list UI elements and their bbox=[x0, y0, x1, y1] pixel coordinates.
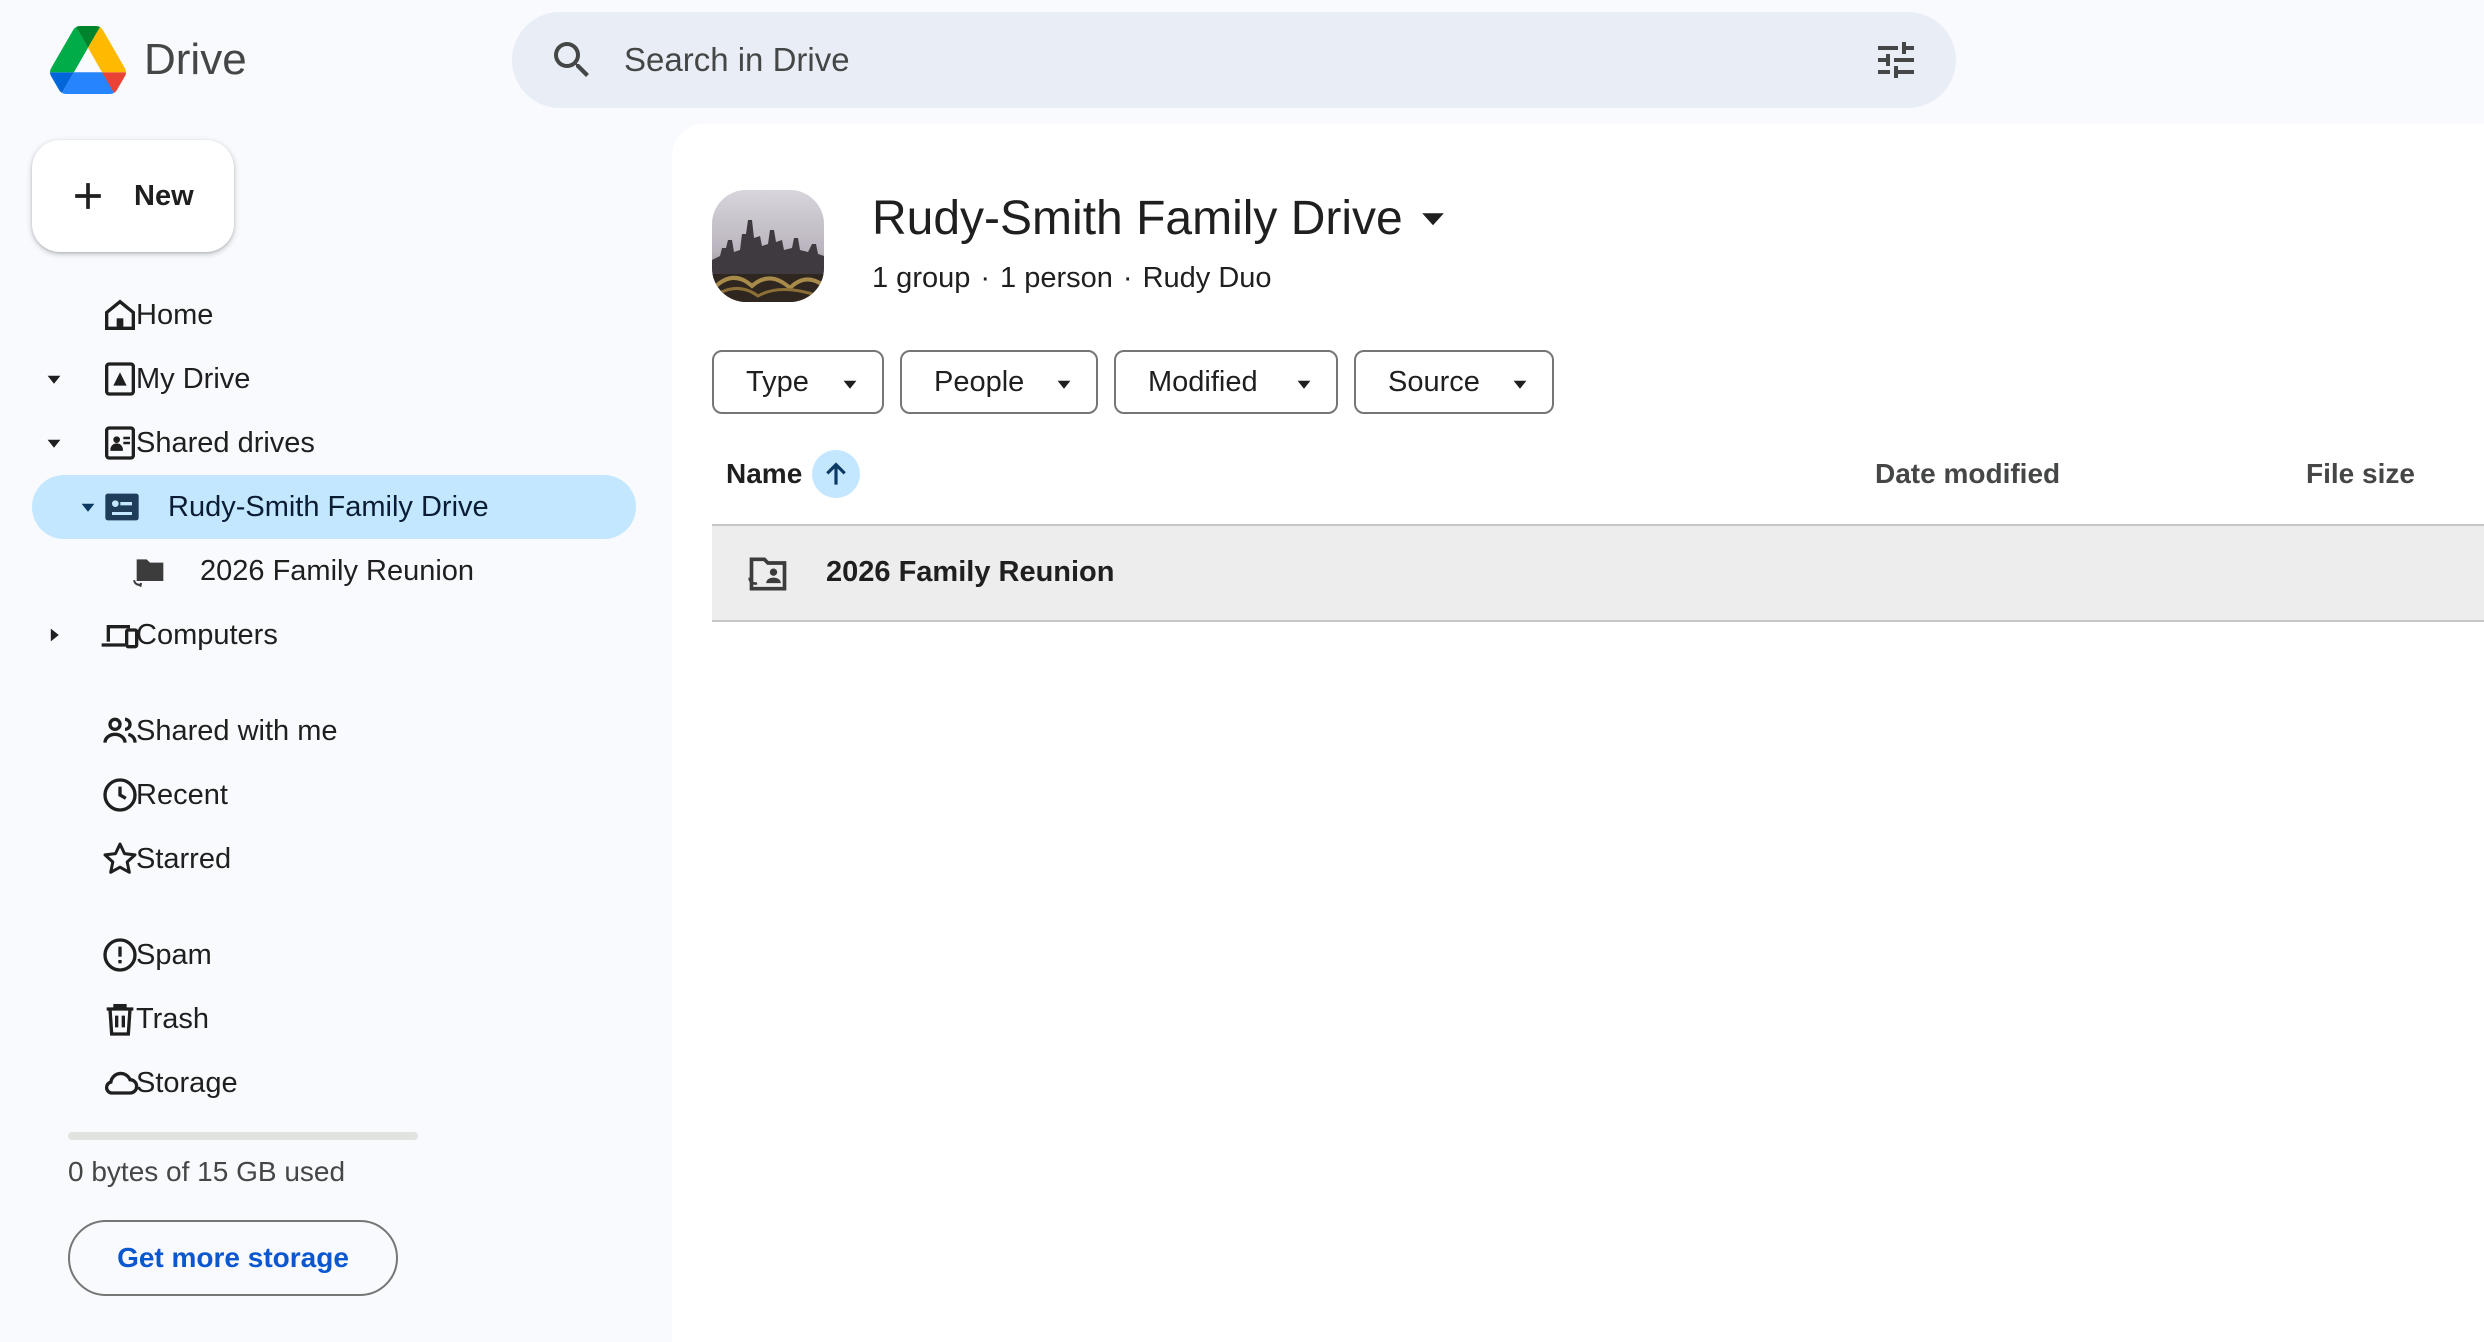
drive-logo-text: Drive bbox=[144, 35, 247, 84]
my-drive-icon bbox=[105, 362, 135, 396]
drive-thumbnail bbox=[712, 190, 824, 302]
drive-meta: 1 group · 1 person · Rudy Duo bbox=[872, 262, 1272, 295]
sidebar-item-label: Computers bbox=[136, 618, 278, 651]
drive-title: Rudy-Smith Family Drive bbox=[872, 191, 1403, 245]
drive-groups-count[interactable]: 1 group bbox=[872, 262, 970, 295]
drive-thumbnail-image bbox=[712, 190, 824, 302]
sidebar-item-rudy-smith-family-drive[interactable]: Rudy-Smith Family Drive bbox=[32, 475, 636, 539]
filter-chip-label: Type bbox=[746, 365, 809, 398]
column-header-label: Name bbox=[726, 458, 803, 489]
sidebar-item-label: Home bbox=[136, 298, 214, 331]
plus-icon bbox=[75, 183, 101, 209]
filter-chip-label: Source bbox=[1388, 365, 1480, 398]
column-header-name[interactable]: Name bbox=[726, 442, 861, 506]
sidebar-item-label: Rudy-Smith Family Drive bbox=[168, 490, 489, 523]
drive-logo[interactable]: Drive bbox=[50, 24, 247, 96]
search-icon[interactable] bbox=[548, 36, 596, 84]
sidebar-item-label: Recent bbox=[136, 778, 228, 811]
caret-down-icon[interactable] bbox=[46, 371, 62, 387]
caret-down-icon bbox=[1421, 213, 1444, 226]
drive-logo-icon bbox=[50, 26, 126, 94]
shared-folder-icon bbox=[133, 559, 164, 588]
sidebar-item-label: Starred bbox=[136, 842, 232, 875]
new-button-label: New bbox=[134, 179, 194, 212]
home-icon bbox=[105, 299, 135, 330]
sidebar-item-label: Trash bbox=[136, 1002, 210, 1035]
cloud-icon bbox=[104, 1071, 139, 1095]
sidebar-item-my-drive[interactable]: My Drive bbox=[32, 347, 636, 411]
caret-down-icon bbox=[1513, 380, 1527, 389]
caret-down-icon bbox=[843, 380, 857, 389]
search-options-icon[interactable] bbox=[1872, 36, 1920, 84]
sidebar-item-trash[interactable]: Trash bbox=[32, 987, 636, 1051]
storage-meter bbox=[68, 1132, 418, 1140]
sidebar-item-shared-drives[interactable]: Shared drives bbox=[32, 411, 636, 475]
meta-separator: · bbox=[1122, 262, 1133, 294]
column-header-date-modified[interactable]: Date modified bbox=[1875, 442, 2060, 506]
computers-icon bbox=[101, 625, 139, 649]
sidebar-item-shared-with-me[interactable]: Shared with me bbox=[32, 699, 636, 763]
sidebar-item-label: My Drive bbox=[136, 362, 251, 395]
shared-drive-icon bbox=[105, 493, 139, 521]
caret-down-icon bbox=[1297, 380, 1311, 389]
sidebar-item-label: Shared drives bbox=[136, 426, 315, 459]
search-bar[interactable] bbox=[512, 12, 1956, 108]
new-button[interactable]: New bbox=[32, 140, 234, 252]
shared-folder-icon bbox=[748, 557, 787, 591]
sidebar-item-computers[interactable]: Computers bbox=[32, 603, 636, 667]
sidebar-item-recent[interactable]: Recent bbox=[32, 763, 636, 827]
sidebar-item-label: Spam bbox=[136, 938, 212, 971]
caret-down-icon[interactable] bbox=[80, 499, 96, 515]
sidebar-item-home[interactable]: Home bbox=[32, 283, 636, 347]
main-content: Rudy-Smith Family Drive 1 group · 1 person… bbox=[672, 124, 2484, 1342]
sidebar-item-2026-family-reunion[interactable]: 2026 Family Reunion bbox=[32, 539, 636, 603]
table-row[interactable]: 2026 Family Reunion bbox=[712, 526, 2484, 622]
sidebar-item-storage[interactable]: Storage bbox=[32, 1051, 636, 1115]
meta-separator: · bbox=[980, 262, 991, 294]
drive-people-count[interactable]: 1 person bbox=[1000, 262, 1113, 295]
file-name: 2026 Family Reunion bbox=[826, 556, 1115, 588]
caret-down-icon bbox=[1057, 380, 1071, 389]
filter-chip-source[interactable]: Source bbox=[1354, 350, 1554, 414]
sidebar-item-starred[interactable]: Starred bbox=[32, 827, 636, 891]
filter-chip-people[interactable]: People bbox=[900, 350, 1098, 414]
star-icon bbox=[103, 842, 137, 874]
filter-chip-type[interactable]: Type bbox=[712, 350, 884, 414]
filter-chip-label: Modified bbox=[1148, 365, 1258, 398]
filter-chip-label: People bbox=[934, 365, 1025, 398]
storage-usage-text: 0 bytes of 15 GB used bbox=[68, 1156, 346, 1187]
sort-direction-button[interactable] bbox=[812, 450, 861, 498]
drive-owner: Rudy Duo bbox=[1142, 262, 1272, 294]
people-icon bbox=[103, 717, 137, 743]
trash-icon bbox=[106, 1004, 134, 1036]
sidebar-item-spam[interactable]: Spam bbox=[32, 923, 636, 987]
search-input[interactable] bbox=[624, 32, 1774, 88]
spam-icon bbox=[103, 938, 137, 972]
caret-right-icon[interactable] bbox=[46, 627, 62, 643]
get-more-storage-button[interactable]: Get more storage bbox=[68, 1220, 398, 1296]
drive-title-dropdown[interactable]: Rudy-Smith Family Drive bbox=[872, 186, 1445, 250]
clock-icon bbox=[103, 778, 137, 812]
drive-app: Drive New Home My D bbox=[0, 0, 2484, 1342]
sidebar-item-label: Storage bbox=[136, 1066, 238, 1099]
column-header-file-size[interactable]: File size bbox=[2306, 442, 2415, 506]
shared-drives-icon bbox=[105, 426, 135, 460]
sidebar-item-label: Shared with me bbox=[136, 714, 338, 747]
arrow-up-icon bbox=[826, 462, 847, 485]
caret-down-icon[interactable] bbox=[46, 435, 62, 451]
filter-chip-modified[interactable]: Modified bbox=[1114, 350, 1338, 414]
sidebar-item-label: 2026 Family Reunion bbox=[200, 554, 475, 587]
